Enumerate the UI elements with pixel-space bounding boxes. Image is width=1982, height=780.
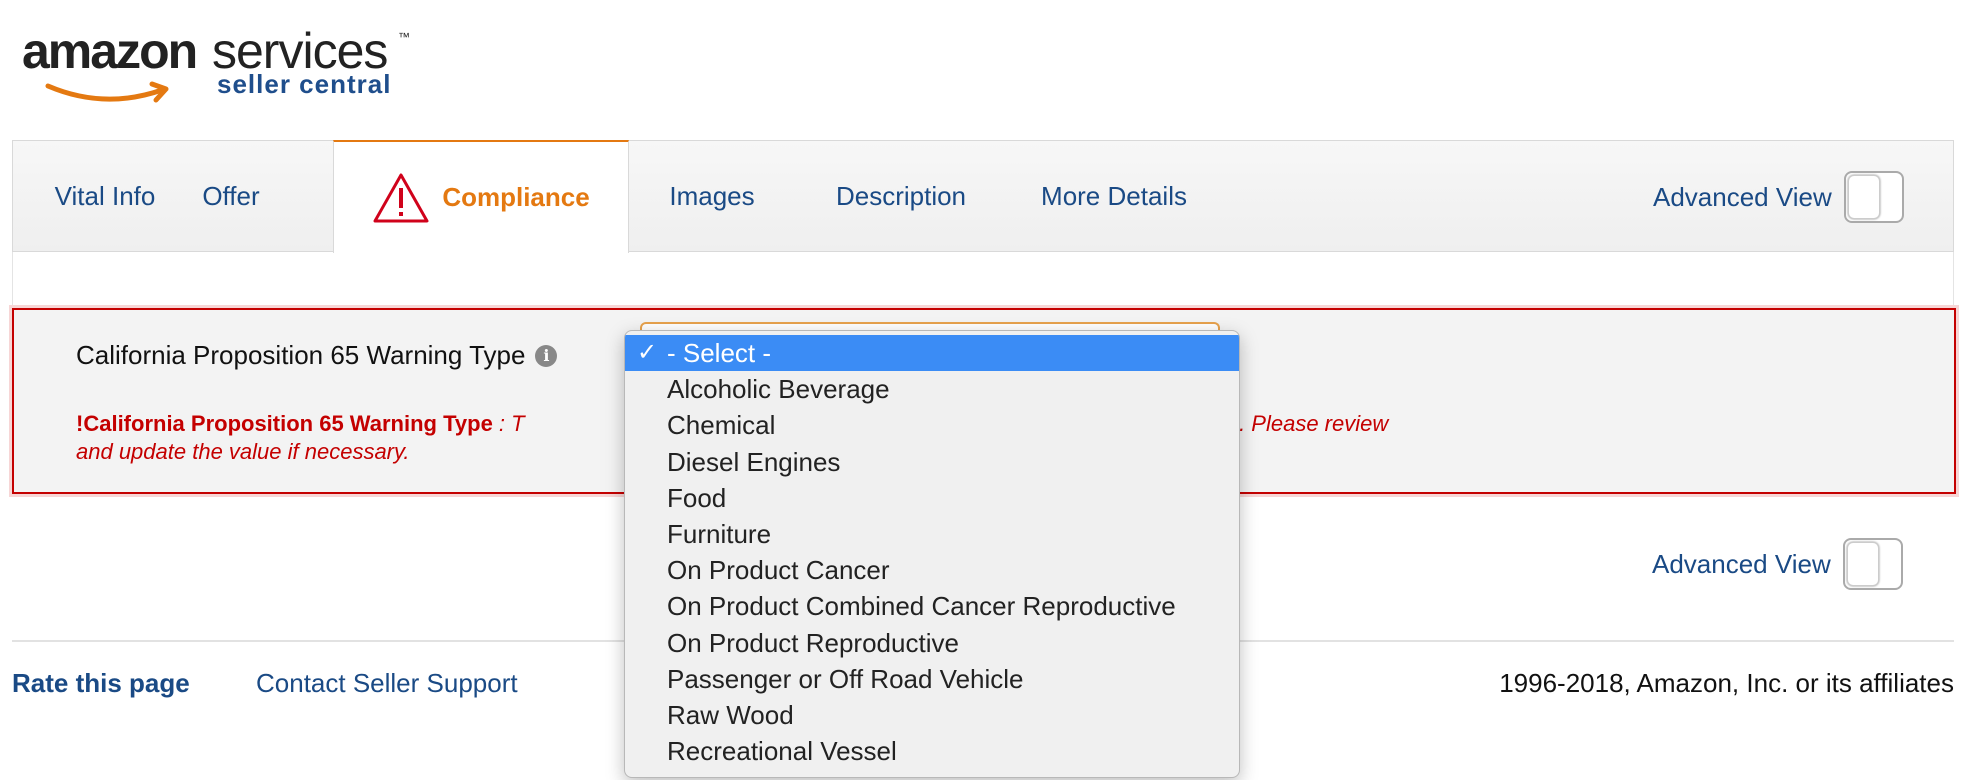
advanced-view-toggle-top[interactable]: Advanced View [1653, 171, 1904, 223]
amazon-services-logo[interactable]: amazon services ™ seller central [22, 22, 422, 103]
dropdown-option[interactable]: On Product Reproductive [625, 625, 1239, 661]
checkmark-icon: ✓ [637, 339, 658, 366]
rate-this-page-link[interactable]: Rate this page [12, 668, 190, 699]
toggle-knob [1847, 175, 1880, 219]
tab-label: Description [835, 180, 967, 211]
tab-label: More Details [1041, 180, 1187, 211]
option-label: On Product Cancer [667, 555, 890, 586]
error-field-title: California Proposition 65 Warning Type [83, 411, 493, 436]
dropdown-option[interactable]: Alcoholic Beverage [625, 371, 1239, 407]
dropdown-option[interactable]: On Product Cancer [625, 552, 1239, 588]
tab-bar: Vital Info Offer Compliance Images Descr… [12, 140, 1954, 253]
tab-images[interactable]: Images [657, 141, 767, 251]
prop65-dropdown-list[interactable]: ✓ - Select - Alcoholic Beverage Chemical… [624, 330, 1240, 778]
option-label: Alcoholic Beverage [667, 374, 890, 405]
prop65-field-label: California Proposition 65 Warning Type i [76, 340, 558, 371]
option-label: Furniture [667, 518, 772, 549]
dropdown-option[interactable]: On Product Combined Cancer Reproductive [625, 588, 1239, 624]
tab-offer[interactable]: Offer [181, 141, 281, 251]
dropdown-option[interactable]: Recreational Vessel [625, 733, 1239, 769]
dropdown-option[interactable]: Passenger or Off Road Vehicle [625, 661, 1239, 697]
logo-amazon-text: amazon [22, 23, 198, 79]
option-label: Chemical [667, 410, 776, 441]
dropdown-option[interactable]: Raw Wood [625, 697, 1239, 733]
tab-label: Vital Info [54, 180, 156, 211]
tab-label: Images [669, 180, 755, 211]
option-label: Recreational Vessel [667, 736, 897, 767]
dropdown-option[interactable]: Food [625, 480, 1239, 516]
option-label: Raw Wood [667, 699, 794, 730]
error-line2: and update the value if necessary. [76, 439, 410, 464]
info-icon[interactable]: i [535, 344, 558, 367]
contact-seller-support-link[interactable]: Contact Seller Support [256, 668, 518, 699]
tab-compliance[interactable]: Compliance [333, 140, 629, 253]
error-separator: : T [492, 411, 525, 436]
tab-description[interactable]: Description [821, 141, 981, 251]
content-area [12, 252, 1954, 308]
tab-more-details[interactable]: More Details [1029, 141, 1199, 251]
advanced-view-label: Advanced View [1653, 181, 1832, 212]
dropdown-option[interactable]: Chemical [625, 407, 1239, 443]
dropdown-option[interactable]: Diesel Engines [625, 444, 1239, 480]
warning-triangle-icon [373, 173, 429, 222]
option-label: Food [667, 482, 727, 513]
dropdown-option-select[interactable]: ✓ - Select - [625, 335, 1239, 372]
prop65-label-text: California Proposition 65 Warning Type [76, 340, 526, 370]
advanced-view-label: Advanced View [1652, 548, 1831, 579]
page: amazon services ™ seller central Vital I… [0, 0, 1982, 780]
tab-label: Compliance [442, 182, 590, 212]
toggle-switch[interactable] [1842, 538, 1903, 590]
logo-seller-central-text: seller central [217, 69, 392, 99]
dropdown-option[interactable]: Furniture [625, 516, 1239, 552]
toggle-knob [1846, 542, 1879, 586]
tab-label: Offer [202, 180, 260, 211]
option-label: Diesel Engines [667, 446, 841, 477]
option-label: - Select - [667, 338, 772, 368]
toggle-switch[interactable] [1843, 171, 1904, 223]
copyright-text: 1996-2018, Amazon, Inc. or its affiliate… [1499, 668, 1954, 698]
option-label: On Product Reproductive [667, 627, 959, 658]
amazon-smile-icon [45, 81, 169, 103]
option-label: On Product Combined Cancer Reproductive [667, 591, 1176, 622]
option-label: Passenger or Off Road Vehicle [667, 663, 1024, 694]
tab-vital-info[interactable]: Vital Info [41, 141, 169, 251]
advanced-view-toggle-bottom[interactable]: Advanced View [1652, 538, 1903, 590]
logo-trademark: ™ [398, 30, 410, 44]
